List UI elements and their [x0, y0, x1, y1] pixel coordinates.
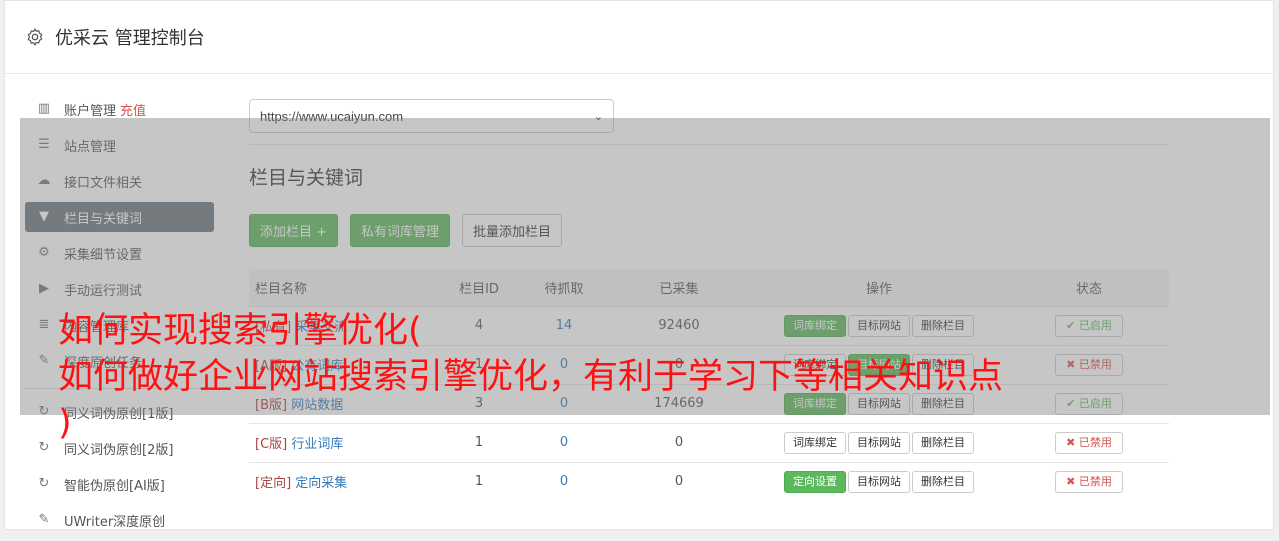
target-site-button[interactable]: 目标网站 [848, 470, 910, 493]
headline-line-2: 如何做好企业网站搜索引擎优化，有利于学习下等相关知识点 [58, 357, 1004, 397]
lexicon-bind-button[interactable]: 定向设置 [784, 470, 846, 493]
cell-status: ✖ 已禁用 [1009, 461, 1169, 501]
table-row: [定向] 定向采集 1 0 0 定向设置 目标网站 删除栏目 ✖ 已禁用 [249, 461, 1169, 501]
edit-icon: ✎ [38, 512, 50, 527]
console-window: 优采云 管理控制台 ▥ 账户管理 充值 ☰ 站点管理 ☁ 接口文件相关 ▼ 栏目… [4, 0, 1274, 530]
column-tag: [定向] [255, 476, 292, 492]
recharge-link[interactable]: 充值 [120, 100, 146, 119]
bar-chart-icon: ▥ [37, 101, 51, 116]
top-bar: 优采云 管理控制台 [5, 1, 1273, 74]
cell-pending: 0 [519, 461, 609, 501]
cell-actions: 定向设置 目标网站 删除栏目 [749, 461, 1009, 501]
cell-id: 1 [439, 461, 519, 501]
sidebar-item-label: UWriter深度原创 [64, 514, 166, 530]
headline-line-1: 如何实现搜索引擎优化( [58, 311, 422, 351]
page-title: 优采云 管理控制台 [55, 28, 205, 49]
headline-line-3: ) [58, 403, 72, 443]
cell-collected: 0 [609, 461, 749, 501]
sidebar-item-label: 智能伪原创[AI版] [64, 478, 165, 494]
sidebar-item-ai-rewrite[interactable]: ↻ 智能伪原创[AI版] [25, 469, 214, 499]
pending-count-link[interactable]: 0 [560, 474, 568, 489]
status-label: 已禁用 [1078, 474, 1112, 488]
overlay-headline: 如何实现搜索引擎优化( 如何做好企业网站搜索引擎优化，有利于学习下等相关知识点 … [58, 308, 1268, 446]
refresh-icon: ↻ [38, 440, 50, 455]
close-icon: ✖ [1066, 474, 1076, 488]
refresh-icon: ↻ [38, 476, 50, 491]
status-toggle-button[interactable]: ✖ 已禁用 [1055, 470, 1123, 493]
delete-column-button[interactable]: 删除栏目 [912, 470, 974, 493]
sidebar-item-label: 账户管理 [64, 103, 117, 119]
gear-icon [27, 28, 43, 46]
sidebar-item-uwriter[interactable]: ✎ UWriter深度原创 [25, 505, 214, 535]
column-name-link[interactable]: 定向采集 [295, 476, 347, 491]
cell-name: [定向] 定向采集 [249, 461, 439, 501]
